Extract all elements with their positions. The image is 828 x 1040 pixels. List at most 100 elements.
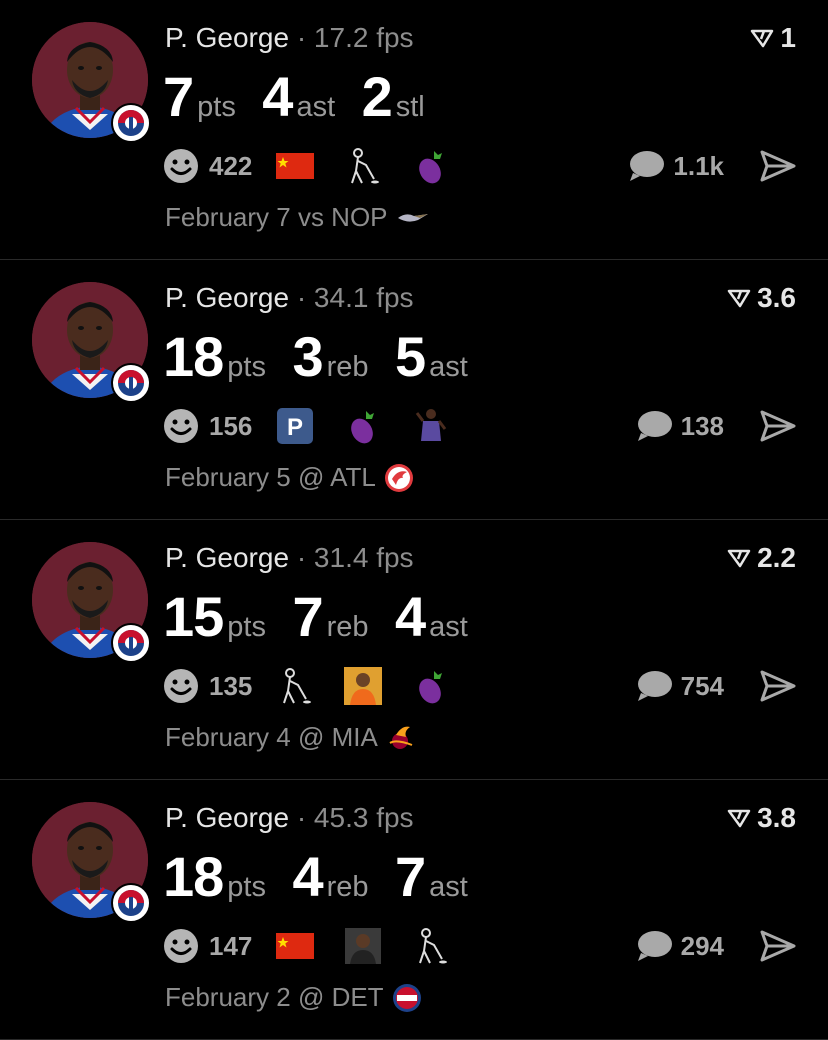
comment-bubble-icon[interactable] bbox=[635, 669, 673, 703]
player-name[interactable]: P. George bbox=[165, 802, 289, 833]
stat-value: 15 bbox=[163, 585, 224, 648]
game-date-opponent: February 5 @ ATL bbox=[165, 462, 376, 492]
hawks-logo-icon bbox=[384, 463, 413, 492]
reactions-bar: 422 bbox=[163, 144, 480, 188]
post-header: P. George · 34.1 fps bbox=[165, 282, 414, 314]
clippers-logo-icon bbox=[111, 623, 151, 663]
rank-triangle-icon bbox=[727, 809, 751, 828]
comment-bubble-icon[interactable] bbox=[635, 929, 673, 963]
reactions-bar: 156 P bbox=[163, 404, 480, 448]
post-card[interactable]: P. George · 45.3 fps 3.8 18 pts 4 reb 7 ast… bbox=[0, 780, 828, 1040]
reaction-count: 135 bbox=[209, 670, 253, 701]
eggplant-icon[interactable] bbox=[344, 407, 382, 445]
reaction-count: 422 bbox=[209, 150, 253, 181]
china-flag-icon[interactable] bbox=[276, 147, 315, 185]
drake-meme-icon[interactable] bbox=[344, 667, 383, 705]
stat-label: ast bbox=[429, 871, 468, 903]
eggplant-icon[interactable] bbox=[412, 667, 450, 705]
pelicans-logo-icon bbox=[397, 213, 428, 222]
golfer-icon[interactable] bbox=[412, 927, 450, 965]
stat-value: 18 bbox=[163, 325, 224, 388]
share-send-icon[interactable] bbox=[760, 410, 796, 442]
person-meme-icon[interactable] bbox=[344, 927, 382, 965]
stat-line: 15 pts 7 reb 4 ast bbox=[163, 584, 490, 649]
comment-bubble-icon[interactable] bbox=[627, 149, 665, 183]
share-send-icon[interactable] bbox=[760, 150, 796, 182]
rank-badge: 1 bbox=[750, 22, 796, 54]
stat-label: reb bbox=[326, 351, 369, 383]
rank-triangle-icon bbox=[727, 549, 751, 568]
stat-label: stl bbox=[395, 91, 425, 123]
stat: 7 ast bbox=[395, 844, 468, 909]
separator: · bbox=[296, 282, 307, 313]
stat-label: ast bbox=[429, 611, 468, 643]
comments-section: 1.1k bbox=[627, 144, 796, 188]
fps-value: 17.2 fps bbox=[313, 22, 414, 53]
golfer-icon[interactable] bbox=[344, 147, 382, 185]
rank-badge: 2.2 bbox=[727, 542, 796, 574]
stat-label: pts bbox=[227, 351, 266, 383]
share-send-icon[interactable] bbox=[760, 670, 796, 702]
stat-value: 4 bbox=[262, 65, 293, 128]
stat-value: 2 bbox=[361, 65, 393, 128]
stat-value: 7 bbox=[394, 845, 426, 908]
player-name[interactable]: P. George bbox=[165, 542, 289, 573]
stat-value: 5 bbox=[394, 325, 426, 388]
stat: 4 ast bbox=[395, 584, 468, 649]
post-card[interactable]: P. George · 34.1 fps 3.6 18 pts 3 reb 5 ast… bbox=[0, 260, 828, 520]
stat-line: 7 pts 4 ast 2 stl bbox=[163, 64, 447, 129]
fps-value: 45.3 fps bbox=[313, 802, 414, 833]
stat: 4 reb bbox=[292, 844, 368, 909]
reactions-bar: 147 bbox=[163, 924, 480, 968]
stat: 7 reb bbox=[292, 584, 368, 649]
comment-bubble-icon[interactable] bbox=[635, 409, 673, 443]
player-name[interactable]: P. George bbox=[165, 282, 289, 313]
game-date-opponent: February 4 @ MIA bbox=[165, 722, 378, 752]
rank-value: 3.6 bbox=[757, 282, 796, 313]
post-header: P. George · 31.4 fps bbox=[165, 542, 414, 574]
rank-value: 2.2 bbox=[757, 542, 796, 573]
separator: · bbox=[296, 22, 307, 53]
stat-label: pts bbox=[227, 611, 266, 643]
smiley-reaction-icon[interactable] bbox=[163, 928, 199, 964]
stat: 18 pts bbox=[163, 324, 266, 389]
feed: P. George · 17.2 fps 1 7 pts 4 ast 2 stl 42… bbox=[0, 0, 828, 1040]
game-info[interactable]: February 2 @ DET bbox=[165, 982, 422, 1013]
stat-value: 18 bbox=[163, 845, 224, 908]
player-name[interactable]: P. George bbox=[165, 22, 289, 53]
stat-label: ast bbox=[296, 91, 336, 123]
svg-text:P: P bbox=[287, 414, 303, 441]
player-image-icon[interactable] bbox=[412, 407, 450, 445]
stat-value: 3 bbox=[292, 325, 323, 388]
stat-value: 7 bbox=[163, 65, 194, 128]
eggplant-icon[interactable] bbox=[412, 147, 450, 185]
stat: 5 ast bbox=[395, 324, 468, 389]
smiley-reaction-icon[interactable] bbox=[163, 148, 199, 184]
post-card[interactable]: P. George · 17.2 fps 1 7 pts 4 ast 2 stl 42… bbox=[0, 0, 828, 260]
china-flag-icon[interactable] bbox=[276, 927, 315, 965]
stat-label: pts bbox=[227, 871, 266, 903]
game-info[interactable]: February 7 vs NOP bbox=[165, 202, 430, 233]
stat: 3 reb bbox=[292, 324, 368, 389]
smiley-reaction-icon[interactable] bbox=[163, 408, 199, 444]
post-card[interactable]: P. George · 31.4 fps 2.2 15 pts 7 reb 4 ast… bbox=[0, 520, 828, 780]
clippers-logo-icon bbox=[111, 883, 151, 923]
game-info[interactable]: February 4 @ MIA bbox=[165, 722, 416, 753]
reactions-bar: 135 bbox=[163, 664, 480, 708]
rank-badge: 3.8 bbox=[727, 802, 796, 834]
parking-sign-icon[interactable]: P bbox=[276, 407, 314, 445]
rank-value: 1 bbox=[780, 22, 796, 53]
smiley-reaction-icon[interactable] bbox=[163, 668, 199, 704]
post-header: P. George · 17.2 fps bbox=[165, 22, 414, 54]
clippers-logo-icon bbox=[111, 103, 151, 143]
stat-label: reb bbox=[326, 611, 369, 643]
rank-badge: 3.6 bbox=[727, 282, 796, 314]
comment-count: 754 bbox=[680, 670, 724, 701]
stat: 2 stl bbox=[362, 64, 425, 129]
golfer-icon[interactable] bbox=[276, 667, 314, 705]
stat-value: 4 bbox=[292, 845, 323, 908]
stat-label: reb bbox=[326, 871, 369, 903]
game-info[interactable]: February 5 @ ATL bbox=[165, 462, 414, 493]
share-send-icon[interactable] bbox=[760, 930, 796, 962]
separator: · bbox=[296, 542, 307, 573]
